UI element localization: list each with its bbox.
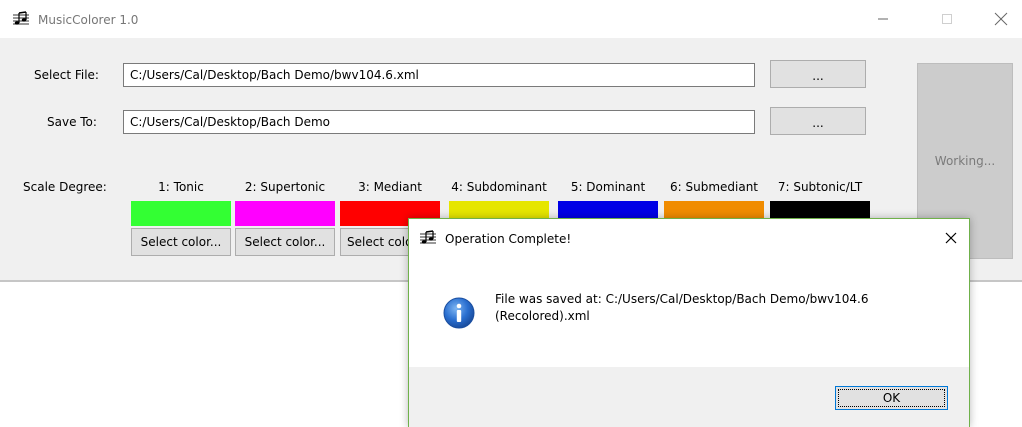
- color-swatch-supertonic: [235, 201, 335, 226]
- degree-label-dominant: 5: Dominant: [570, 180, 646, 194]
- save-to-input[interactable]: C:/Users/Cal/Desktop/Bach Demo: [123, 110, 755, 134]
- degree-label-supertonic: 2: Supertonic: [244, 180, 326, 194]
- dialog-title-bar: Operation Complete!: [409, 219, 969, 257]
- degree-label-mediant: 3: Mediant: [358, 180, 422, 194]
- music-staff-icon: [420, 230, 436, 244]
- info-icon: [443, 297, 475, 329]
- degree-label-subtonic: 7: Subtonic/LT: [777, 180, 863, 194]
- minimize-button[interactable]: [860, 0, 906, 38]
- dialog-body: File was saved at: C:/Users/Cal/Desktop/…: [409, 257, 969, 367]
- dialog-title: Operation Complete!: [445, 232, 572, 246]
- maximize-button[interactable]: [924, 0, 970, 38]
- dialog-footer: OK: [409, 367, 969, 427]
- degree-label-subdominant: 4: Subdominant: [451, 180, 547, 194]
- browse-file-button[interactable]: ...: [770, 60, 866, 88]
- browse-save-button[interactable]: ...: [770, 107, 866, 135]
- select-color-button-tonic[interactable]: Select color...: [131, 228, 231, 256]
- minimize-icon: [878, 18, 888, 20]
- window-title: MusicColorer 1.0: [38, 13, 139, 27]
- dialog-close-button[interactable]: [933, 219, 969, 257]
- music-staff-icon: [13, 11, 29, 25]
- ok-button[interactable]: OK: [835, 386, 948, 410]
- select-file-input[interactable]: C:/Users/Cal/Desktop/Bach Demo/bwv104.6.…: [123, 63, 755, 87]
- operation-complete-dialog: Operation Complete! File was saved at: C…: [408, 218, 970, 427]
- dialog-message: File was saved at: C:/Users/Cal/Desktop/…: [495, 292, 869, 323]
- close-button[interactable]: [978, 0, 1022, 38]
- title-bar: MusicColorer 1.0: [0, 0, 1022, 38]
- color-swatch-tonic: [131, 201, 231, 226]
- select-color-button-supertonic[interactable]: Select color...: [235, 228, 335, 256]
- select-file-label: Select File:: [34, 68, 99, 82]
- degree-label-submediant: 6: Submediant: [669, 180, 759, 194]
- degree-label-tonic: 1: Tonic: [158, 180, 204, 194]
- scale-degree-label: Scale Degree:: [23, 180, 107, 194]
- save-to-label: Save To:: [47, 115, 97, 129]
- close-icon: [994, 12, 1008, 26]
- close-icon: [945, 232, 957, 244]
- maximize-icon: [942, 14, 952, 24]
